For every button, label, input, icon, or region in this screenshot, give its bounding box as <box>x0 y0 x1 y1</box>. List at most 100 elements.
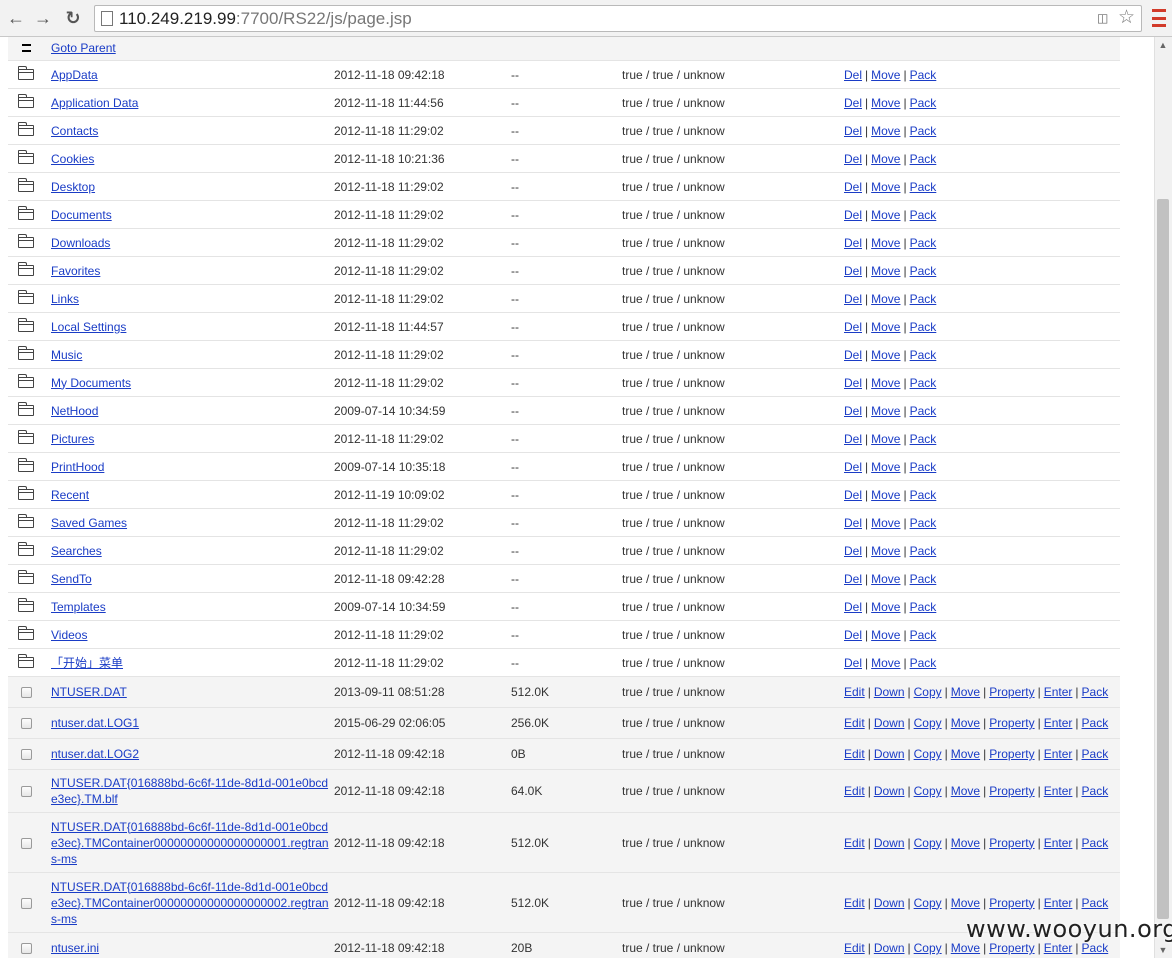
dir-pack-link[interactable]: Pack <box>910 572 937 586</box>
directory-name-link[interactable]: 「开始」菜单 <box>51 656 123 670</box>
dir-move-link[interactable]: Move <box>871 432 900 446</box>
file-property-link[interactable]: Property <box>989 716 1034 730</box>
dir-move-link[interactable]: Move <box>871 292 900 306</box>
file-copy-link[interactable]: Copy <box>914 747 942 761</box>
dir-del-link[interactable]: Del <box>844 656 862 670</box>
directory-name-link[interactable]: Application Data <box>51 96 138 110</box>
dir-pack-link[interactable]: Pack <box>910 516 937 530</box>
file-move-link[interactable]: Move <box>951 941 980 955</box>
scrollbar-thumb[interactable] <box>1157 199 1169 919</box>
file-pack-link[interactable]: Pack <box>1082 716 1109 730</box>
directory-name-link[interactable]: Templates <box>51 600 106 614</box>
file-enter-link[interactable]: Enter <box>1044 685 1073 699</box>
file-enter-link[interactable]: Enter <box>1044 941 1073 955</box>
forward-arrow-icon[interactable]: → <box>31 6 55 30</box>
dir-del-link[interactable]: Del <box>844 264 862 278</box>
file-name-link[interactable]: NTUSER.DAT{016888bd-6c6f-11de-8d1d-001e0… <box>51 879 334 927</box>
dir-del-link[interactable]: Del <box>844 404 862 418</box>
directory-name-link[interactable]: Contacts <box>51 124 98 138</box>
file-pack-link[interactable]: Pack <box>1082 941 1109 955</box>
dir-del-link[interactable]: Del <box>844 236 862 250</box>
file-property-link[interactable]: Property <box>989 836 1034 850</box>
file-name-link[interactable]: NTUSER.DAT{016888bd-6c6f-11de-8d1d-001e0… <box>51 819 334 867</box>
dir-pack-link[interactable]: Pack <box>910 236 937 250</box>
dir-del-link[interactable]: Del <box>844 68 862 82</box>
directory-name-link[interactable]: Favorites <box>51 264 100 278</box>
directory-name-link[interactable]: Recent <box>51 488 89 502</box>
file-select-checkbox[interactable] <box>20 687 32 699</box>
file-copy-link[interactable]: Copy <box>914 896 942 910</box>
file-edit-link[interactable]: Edit <box>844 784 865 798</box>
dir-pack-link[interactable]: Pack <box>910 404 937 418</box>
dir-pack-link[interactable]: Pack <box>910 544 937 558</box>
file-move-link[interactable]: Move <box>951 784 980 798</box>
directory-name-link[interactable]: Downloads <box>51 236 110 250</box>
dir-pack-link[interactable]: Pack <box>910 96 937 110</box>
file-copy-link[interactable]: Copy <box>914 716 942 730</box>
file-move-link[interactable]: Move <box>951 716 980 730</box>
dir-del-link[interactable]: Del <box>844 628 862 642</box>
directory-name-link[interactable]: Videos <box>51 628 87 642</box>
star-icon[interactable]: ☆ <box>1118 7 1135 29</box>
file-enter-link[interactable]: Enter <box>1044 784 1073 798</box>
directory-name-link[interactable]: Saved Games <box>51 516 127 530</box>
directory-name-link[interactable]: Desktop <box>51 180 95 194</box>
file-enter-link[interactable]: Enter <box>1044 836 1073 850</box>
dir-move-link[interactable]: Move <box>871 544 900 558</box>
file-edit-link[interactable]: Edit <box>844 747 865 761</box>
dir-del-link[interactable]: Del <box>844 516 862 530</box>
file-name-link[interactable]: ntuser.ini <box>51 940 334 956</box>
dir-pack-link[interactable]: Pack <box>910 264 937 278</box>
file-pack-link[interactable]: Pack <box>1082 685 1109 699</box>
dir-move-link[interactable]: Move <box>871 600 900 614</box>
dir-pack-link[interactable]: Pack <box>910 656 937 670</box>
dir-move-link[interactable]: Move <box>871 628 900 642</box>
file-property-link[interactable]: Property <box>989 685 1034 699</box>
dir-del-link[interactable]: Del <box>844 460 862 474</box>
file-property-link[interactable]: Property <box>989 747 1034 761</box>
goto-parent-link[interactable]: Goto Parent <box>51 41 116 55</box>
dir-pack-link[interactable]: Pack <box>910 68 937 82</box>
file-down-link[interactable]: Down <box>874 685 905 699</box>
dir-del-link[interactable]: Del <box>844 348 862 362</box>
file-down-link[interactable]: Down <box>874 716 905 730</box>
directory-name-link[interactable]: Pictures <box>51 432 94 446</box>
dir-move-link[interactable]: Move <box>871 404 900 418</box>
dir-pack-link[interactable]: Pack <box>910 600 937 614</box>
file-down-link[interactable]: Down <box>874 836 905 850</box>
dir-move-link[interactable]: Move <box>871 124 900 138</box>
dir-del-link[interactable]: Del <box>844 152 862 166</box>
file-enter-link[interactable]: Enter <box>1044 716 1073 730</box>
directory-name-link[interactable]: My Documents <box>51 376 131 390</box>
menu-icon[interactable] <box>1152 7 1166 29</box>
scroll-up-arrow-icon[interactable]: ▲ <box>1158 40 1168 50</box>
file-pack-link[interactable]: Pack <box>1082 784 1109 798</box>
reload-icon[interactable]: ↻ <box>61 6 85 30</box>
dir-del-link[interactable]: Del <box>844 488 862 502</box>
dir-del-link[interactable]: Del <box>844 180 862 194</box>
file-edit-link[interactable]: Edit <box>844 941 865 955</box>
file-edit-link[interactable]: Edit <box>844 896 865 910</box>
dir-pack-link[interactable]: Pack <box>910 376 937 390</box>
dir-del-link[interactable]: Del <box>844 432 862 446</box>
dir-pack-link[interactable]: Pack <box>910 152 937 166</box>
file-name-link[interactable]: ntuser.dat.LOG1 <box>51 715 334 731</box>
file-pack-link[interactable]: Pack <box>1082 836 1109 850</box>
dir-move-link[interactable]: Move <box>871 152 900 166</box>
file-select-checkbox[interactable] <box>20 718 32 730</box>
file-down-link[interactable]: Down <box>874 896 905 910</box>
dir-move-link[interactable]: Move <box>871 68 900 82</box>
file-property-link[interactable]: Property <box>989 941 1034 955</box>
dir-del-link[interactable]: Del <box>844 600 862 614</box>
dir-pack-link[interactable]: Pack <box>910 292 937 306</box>
directory-name-link[interactable]: Links <box>51 292 79 306</box>
dir-move-link[interactable]: Move <box>871 376 900 390</box>
file-select-checkbox[interactable] <box>20 786 32 798</box>
dir-move-link[interactable]: Move <box>871 348 900 362</box>
directory-name-link[interactable]: NetHood <box>51 404 98 418</box>
file-property-link[interactable]: Property <box>989 784 1034 798</box>
dir-del-link[interactable]: Del <box>844 320 862 334</box>
dir-move-link[interactable]: Move <box>871 516 900 530</box>
dir-move-link[interactable]: Move <box>871 488 900 502</box>
file-name-link[interactable]: NTUSER.DAT{016888bd-6c6f-11de-8d1d-001e0… <box>51 775 334 807</box>
